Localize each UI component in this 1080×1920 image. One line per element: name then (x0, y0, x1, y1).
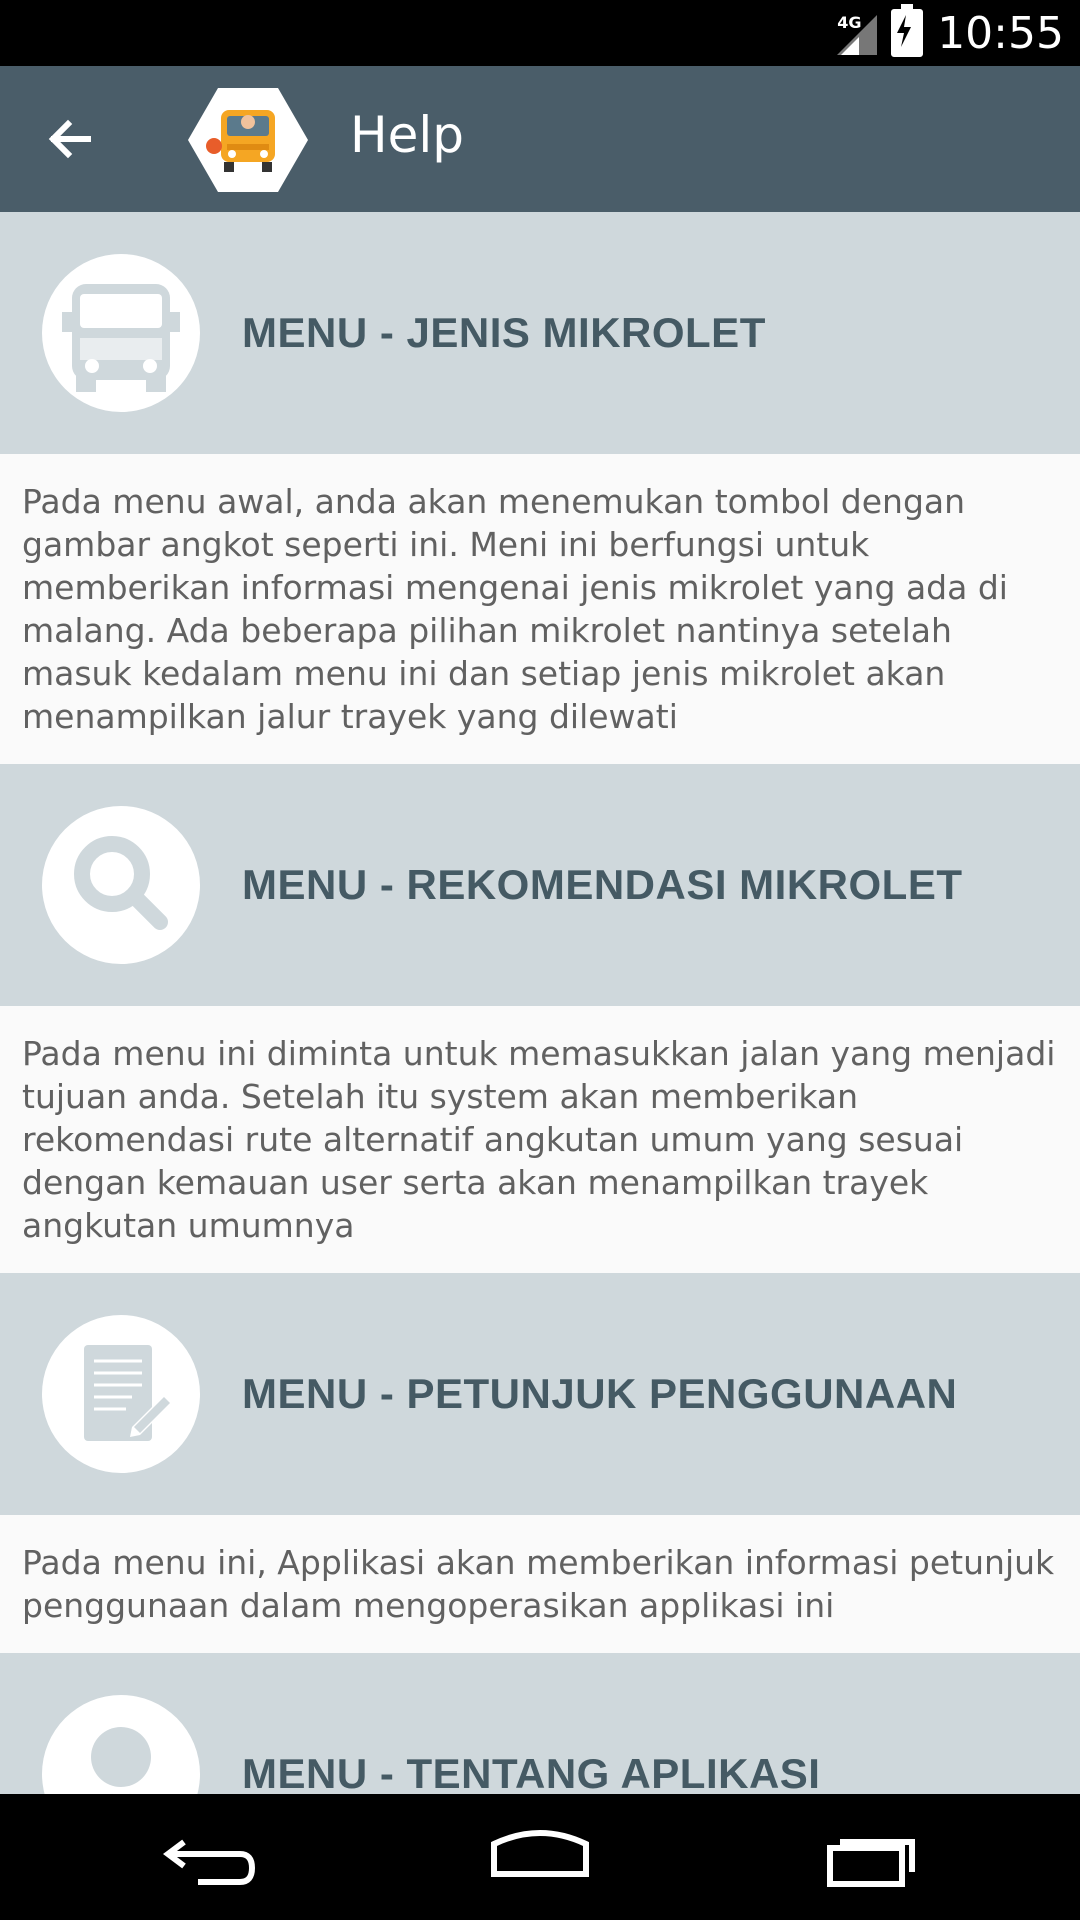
bus-logo (188, 88, 308, 192)
section-description: Pada menu awal, anda akan menemukan tomb… (0, 454, 1080, 764)
section-description: Pada menu ini diminta untuk memasukkan j… (0, 1006, 1080, 1273)
document-edit-icon (42, 1315, 200, 1473)
person-icon (42, 1695, 200, 1794)
section-title: MENU - PETUNJUK PENGGUNAAN (242, 1370, 958, 1417)
navigation-bar (0, 1794, 1080, 1920)
status-time: 10:55 (937, 7, 1064, 59)
recents-nav-button[interactable] (820, 1824, 920, 1894)
section-header-tentang-aplikasi: MENU - TENTANG APLIKASI (0, 1653, 1080, 1794)
signal-icon: 4G (837, 11, 878, 55)
arrow-back-icon (48, 119, 91, 159)
help-list[interactable]: MENU - JENIS MIKROLET Pada menu awal, an… (0, 212, 1080, 1794)
section-header-jenis-mikrolet: MENU - JENIS MIKROLET (0, 212, 1080, 454)
status-bar: 4G 10:55 (0, 0, 1080, 66)
battery-charging-icon (891, 4, 924, 57)
section-header-rekomendasi-mikrolet: MENU - REKOMENDASI MIKROLET (0, 764, 1080, 1006)
home-nav-button[interactable] (490, 1824, 590, 1894)
section-title: MENU - JENIS MIKROLET (242, 309, 766, 356)
search-icon (42, 806, 200, 964)
page-title: Help (350, 106, 464, 164)
bus-icon (42, 254, 200, 412)
app-bar: Help (0, 66, 1080, 212)
back-nav-icon (163, 1839, 256, 1885)
recents-nav-icon (827, 1839, 915, 1887)
section-title: MENU - REKOMENDASI MIKROLET (242, 861, 963, 908)
section-description: Pada menu ini, Applikasi akan memberikan… (0, 1515, 1080, 1653)
back-nav-button[interactable] (160, 1824, 260, 1894)
section-title: MENU - TENTANG APLIKASI (242, 1750, 821, 1794)
home-nav-icon (491, 1830, 589, 1877)
back-button[interactable] (40, 104, 110, 174)
section-header-petunjuk-penggunaan: MENU - PETUNJUK PENGGUNAAN (0, 1273, 1080, 1515)
